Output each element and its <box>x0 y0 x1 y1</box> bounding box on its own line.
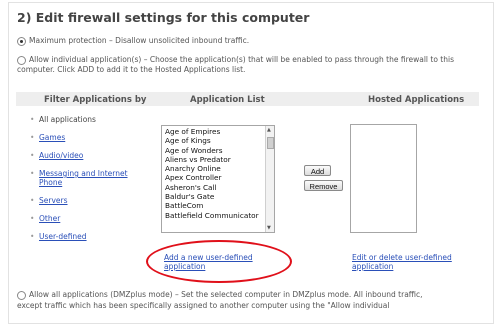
allow-all-radio[interactable] <box>17 290 26 300</box>
filter-all-applications[interactable]: All applications <box>30 115 140 124</box>
max-protection-option[interactable]: Maximum protection – Disallow unsolicite… <box>17 36 249 46</box>
highlight-circle-annotation <box>146 240 292 283</box>
filter-audio-video[interactable]: Audio/video <box>30 151 140 160</box>
application-listbox[interactable]: Age of Empires Age of Kings Age of Wonde… <box>161 125 275 233</box>
app-list-item[interactable]: Baldur's Gate <box>165 192 259 201</box>
app-list-column-header: Application List <box>190 95 265 105</box>
scrollbar-thumb[interactable] <box>267 137 274 149</box>
scroll-down-arrow-icon[interactable]: ▼ <box>267 225 271 231</box>
remove-button[interactable]: Remove <box>304 180 343 191</box>
filter-list: All applications Games Audio/video Messa… <box>30 115 140 241</box>
app-list-item[interactable]: Age of Kings <box>165 136 259 145</box>
allow-all-option[interactable]: Allow all applications (DMZplus mode) – … <box>17 289 495 311</box>
max-protection-label: Maximum protection – Disallow unsolicite… <box>29 36 250 45</box>
app-list-item[interactable]: Age of Empires <box>165 127 259 136</box>
app-list-item[interactable]: Battlefield Communicator <box>165 211 259 220</box>
app-list-item[interactable]: Age of Wonders <box>165 146 259 155</box>
app-list-item[interactable]: Asheron's Call <box>165 183 259 192</box>
filter-column-header: Filter Applications by <box>44 95 147 105</box>
filter-games[interactable]: Games <box>30 133 140 142</box>
app-list-item[interactable]: BattleCom <box>165 201 259 210</box>
edit-user-defined-link[interactable]: Edit or delete user-defined application <box>352 253 467 271</box>
section-title: 2) Edit firewall settings for this compu… <box>17 10 310 25</box>
filter-user-defined[interactable]: User-defined <box>30 232 140 241</box>
allow-individual-label: Allow individual application(s) – Choose… <box>17 55 454 74</box>
allow-individual-radio[interactable] <box>17 55 26 65</box>
app-list-item[interactable]: Apex Controller <box>165 173 259 182</box>
add-button[interactable]: Add <box>304 165 331 176</box>
allow-individual-option[interactable]: Allow individual application(s) – Choose… <box>17 55 487 75</box>
filter-servers[interactable]: Servers <box>30 196 140 205</box>
filter-messaging[interactable]: Messaging and Internet Phone <box>30 169 139 187</box>
filter-other[interactable]: Other <box>30 214 140 223</box>
app-list-scrollbar[interactable]: ▲ ▼ <box>265 126 274 232</box>
app-list-item[interactable]: Anarchy Online <box>165 164 259 173</box>
allow-all-label: Allow all applications (DMZplus mode) – … <box>29 290 423 299</box>
hosted-applications-listbox[interactable] <box>350 124 417 233</box>
app-list-item[interactable]: Aliens vs Predator <box>165 155 259 164</box>
max-protection-radio[interactable] <box>17 36 26 46</box>
scroll-up-arrow-icon[interactable]: ▲ <box>267 127 271 133</box>
hosted-column-header: Hosted Applications <box>368 95 465 105</box>
